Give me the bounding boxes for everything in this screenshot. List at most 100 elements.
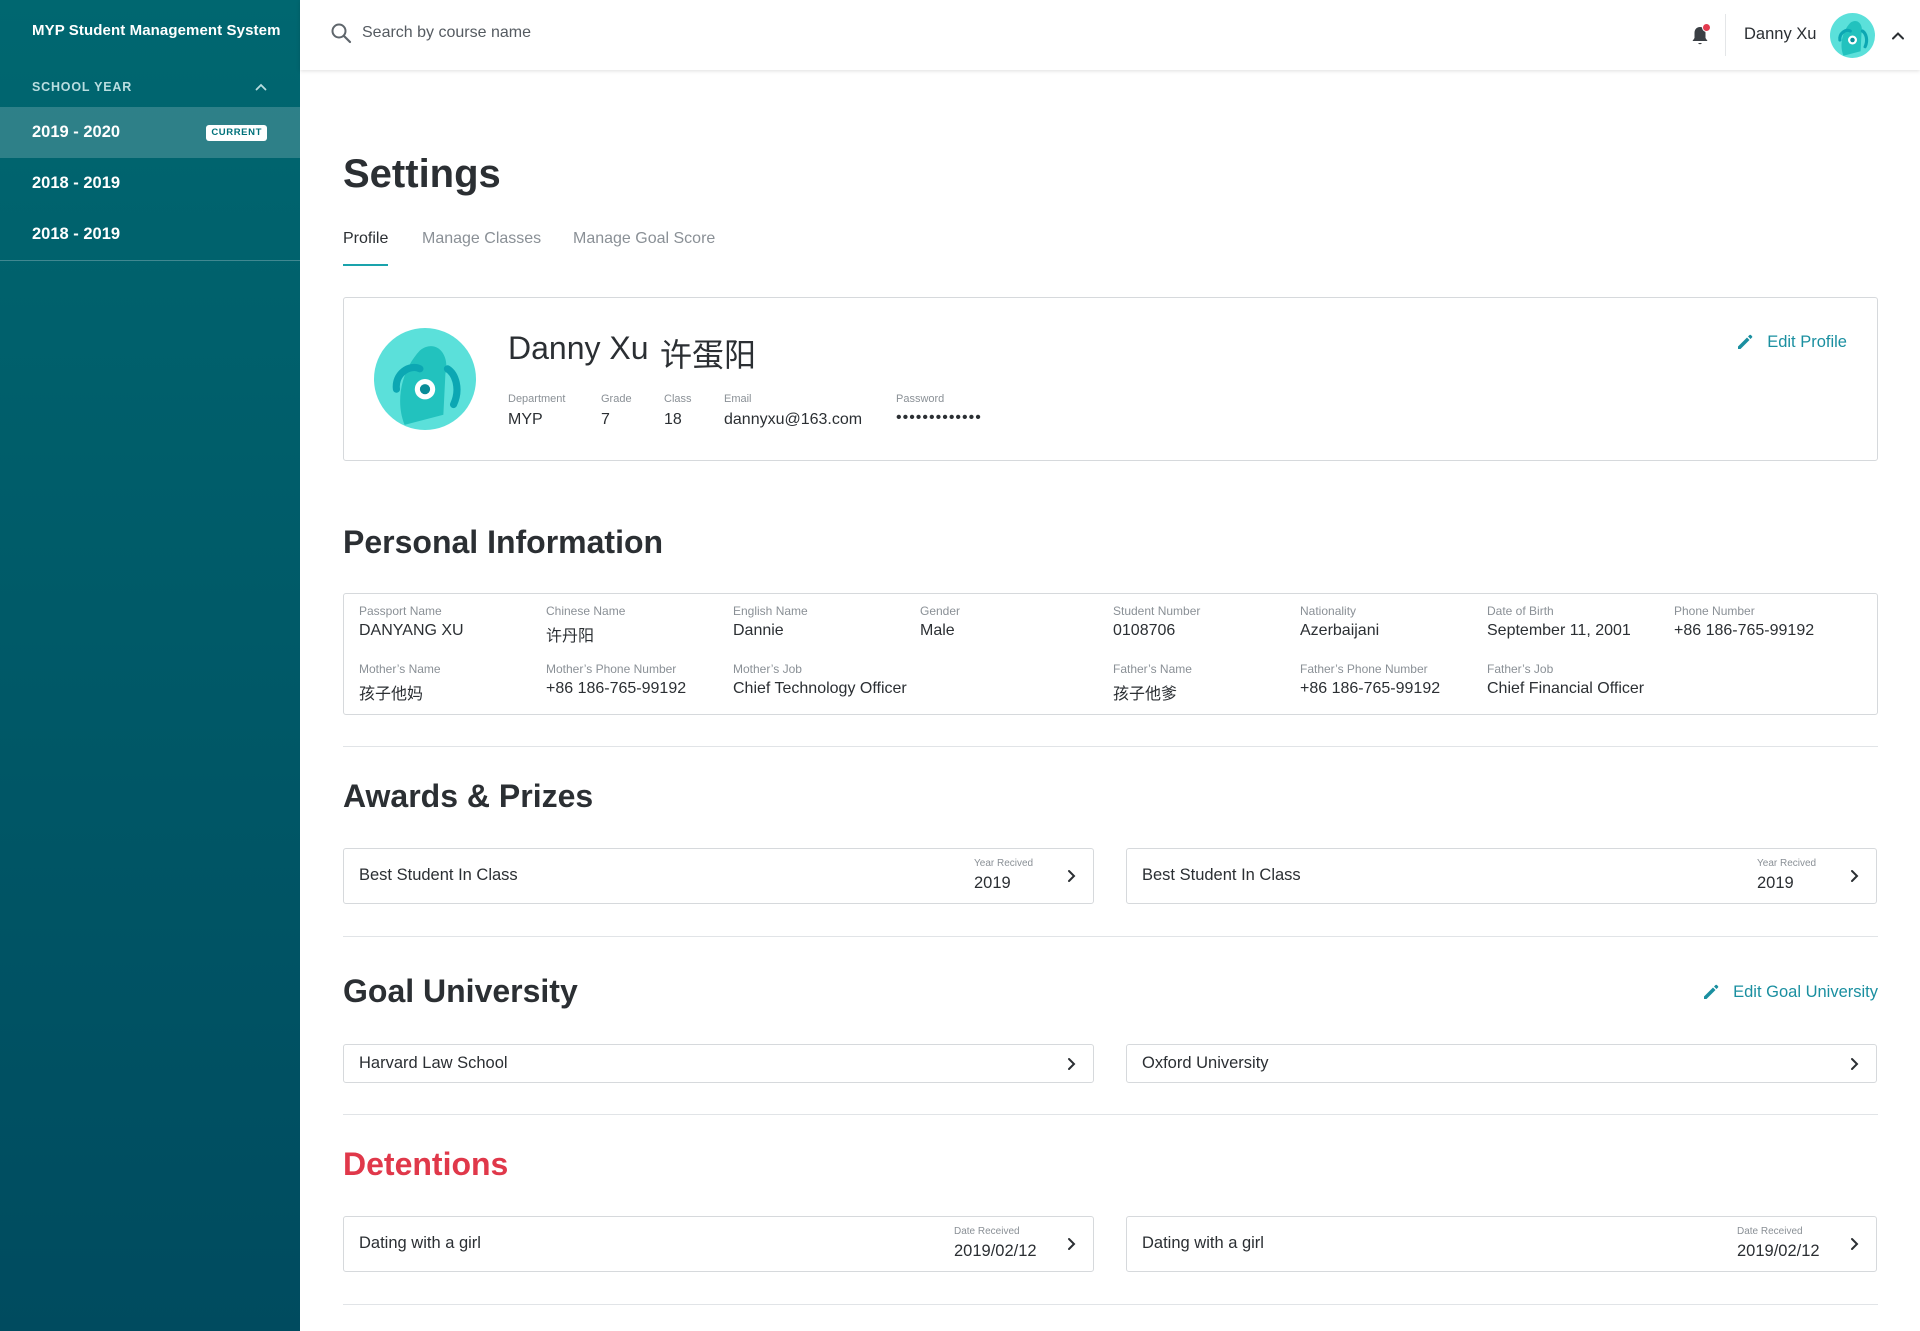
class-value: 18 (664, 411, 682, 428)
search-icon (331, 23, 352, 44)
phone-number-label: Phone Number (1674, 604, 1755, 618)
profile-card: Danny Xu 许蛋阳 Department MYP Grade 7 Clas… (343, 297, 1878, 461)
tab-manage-goal-score[interactable]: Manage Goal Score (573, 230, 715, 266)
award-year-value: 2019 (1757, 874, 1794, 892)
notifications-button[interactable] (1688, 23, 1712, 48)
mothers-name-label: Mother’s Name (359, 662, 441, 676)
user-name[interactable]: Danny Xu (1744, 25, 1816, 44)
mothers-job-label: Mother’s Job (733, 662, 802, 676)
english-name-value: Dannie (733, 622, 784, 639)
profile-chinese-name: 许蛋阳 (660, 337, 757, 373)
sidebar-divider (0, 260, 300, 261)
search-input[interactable] (362, 24, 622, 42)
section-divider (343, 936, 1878, 937)
nationality-value: Azerbaijani (1300, 622, 1380, 639)
edit-profile-label: Edit Profile (1767, 332, 1847, 351)
search-box[interactable] (330, 22, 622, 44)
personal-info-title: Personal Information (343, 524, 664, 560)
section-divider (343, 746, 1878, 747)
pencil-icon (1738, 334, 1753, 349)
gender-value: Male (920, 622, 955, 639)
avatar (374, 328, 476, 430)
year-label: 2019 - 2020 (32, 123, 121, 141)
section-divider (343, 1304, 1878, 1305)
edit-goal-university-button[interactable]: Edit Goal University (1701, 982, 1878, 1002)
tab-profile[interactable]: Profile (343, 230, 389, 266)
student-number-value: 0108706 (1113, 622, 1176, 639)
passport-name-label: Passport Name (359, 604, 442, 618)
tab-manage-classes[interactable]: Manage Classes (422, 230, 541, 266)
university-name: Oxford University (1142, 1054, 1269, 1072)
chevron-right-icon (1068, 870, 1076, 882)
profile-name: Danny Xu (508, 330, 649, 366)
fathers-job-label: Father’s Job (1487, 662, 1554, 676)
award-year-value: 2019 (974, 874, 1011, 892)
year-label: 2018 - 2019 (32, 174, 121, 192)
nationality-label: Nationality (1300, 604, 1357, 618)
sidebar-item-year-2018-2019[interactable]: 2018 - 2019 (0, 158, 300, 209)
sidebar-item-year-2018-2019-b[interactable]: 2018 - 2019 (0, 209, 300, 260)
notification-dot (1702, 23, 1711, 32)
detention-item[interactable]: Dating with a girl Date Received 2019/02… (1126, 1216, 1877, 1272)
app-root: MYP Student Management System SCHOOL YEA… (0, 0, 1920, 1331)
detention-item[interactable]: Dating with a girl Date Received 2019/02… (343, 1216, 1094, 1272)
award-year-label: Year Recived (974, 858, 1034, 869)
mothers-job-value: Chief Technology Officer (733, 680, 907, 697)
chevron-right-icon (1851, 1058, 1859, 1070)
password-label: Password (896, 393, 945, 405)
school-year-toggle[interactable]: SCHOOL YEAR (32, 76, 268, 98)
app-brand[interactable]: MYP Student Management System (32, 22, 281, 39)
award-name: Best Student In Class (359, 866, 518, 884)
award-year-label: Year Recived (1757, 858, 1817, 869)
email-value: dannyxu@163.com (724, 411, 863, 428)
university-name: Harvard Law School (359, 1054, 508, 1072)
chevron-up-icon (255, 83, 267, 91)
goal-university-item[interactable]: Harvard Law School (343, 1044, 1094, 1083)
award-item[interactable]: Best Student In Class Year Recived 2019 (1126, 848, 1877, 904)
gender-label: Gender (920, 604, 961, 618)
fathers-job-value: Chief Financial Officer (1487, 680, 1645, 697)
current-badge: CURRENT (206, 125, 267, 141)
date-of-birth-value: September 11, 2001 (1487, 622, 1631, 639)
edit-goal-university-label: Edit Goal University (1733, 982, 1878, 1001)
chevron-right-icon (1851, 1238, 1859, 1250)
mothers-phone-value: +86 186-765-99192 (546, 680, 687, 697)
sidebar-item-year-2019-2020[interactable]: 2019 - 2020 CURRENT (0, 107, 300, 158)
chevron-up-icon[interactable] (1890, 28, 1906, 44)
fathers-name-value: 孩子他爹 (1113, 686, 1178, 703)
detention-date-value: 2019/02/12 (954, 1242, 1037, 1260)
section-divider (343, 1114, 1878, 1115)
pencil-icon (1704, 984, 1719, 999)
top-bar: Danny Xu (300, 0, 1920, 70)
award-item[interactable]: Best Student In Class Year Recived 2019 (343, 848, 1094, 904)
school-year-label: SCHOOL YEAR (32, 80, 133, 94)
phone-number-value: +86 186-765-99192 (1674, 622, 1815, 639)
grade-label: Grade (601, 393, 632, 405)
grade-value: 7 (601, 411, 610, 428)
chevron-right-icon (1068, 1058, 1076, 1070)
tab-bar (343, 70, 1878, 335)
chinese-name-value: 许丹阳 (546, 628, 595, 645)
mothers-name-value: 孩子他妈 (359, 686, 424, 703)
detention-name: Dating with a girl (359, 1234, 481, 1252)
detention-date-label: Date Received (954, 1226, 1020, 1237)
goal-university-title: Goal University (343, 973, 578, 1009)
goal-university-item[interactable]: Oxford University (1126, 1044, 1877, 1083)
email-label: Email (724, 393, 752, 405)
edit-profile-button[interactable]: Edit Profile (1735, 332, 1847, 352)
avatar[interactable] (1830, 13, 1875, 58)
chevron-right-icon (1068, 1238, 1076, 1250)
password-value: ••••••••••••• (896, 409, 982, 426)
awards-title: Awards & Prizes (343, 778, 594, 814)
fathers-phone-label: Father’s Phone Number (1300, 662, 1428, 676)
chinese-name-label: Chinese Name (546, 604, 626, 618)
sidebar: MYP Student Management System SCHOOL YEA… (0, 0, 300, 1331)
department-value: MYP (508, 411, 543, 428)
mothers-phone-label: Mother’s Phone Number (546, 662, 677, 676)
award-name: Best Student In Class (1142, 866, 1301, 884)
detention-date-label: Date Received (1737, 1226, 1803, 1237)
detentions-title: Detentions (343, 1146, 509, 1182)
student-number-label: Student Number (1113, 604, 1201, 618)
passport-name-value: DANYANG XU (359, 622, 464, 639)
department-label: Department (508, 393, 566, 405)
